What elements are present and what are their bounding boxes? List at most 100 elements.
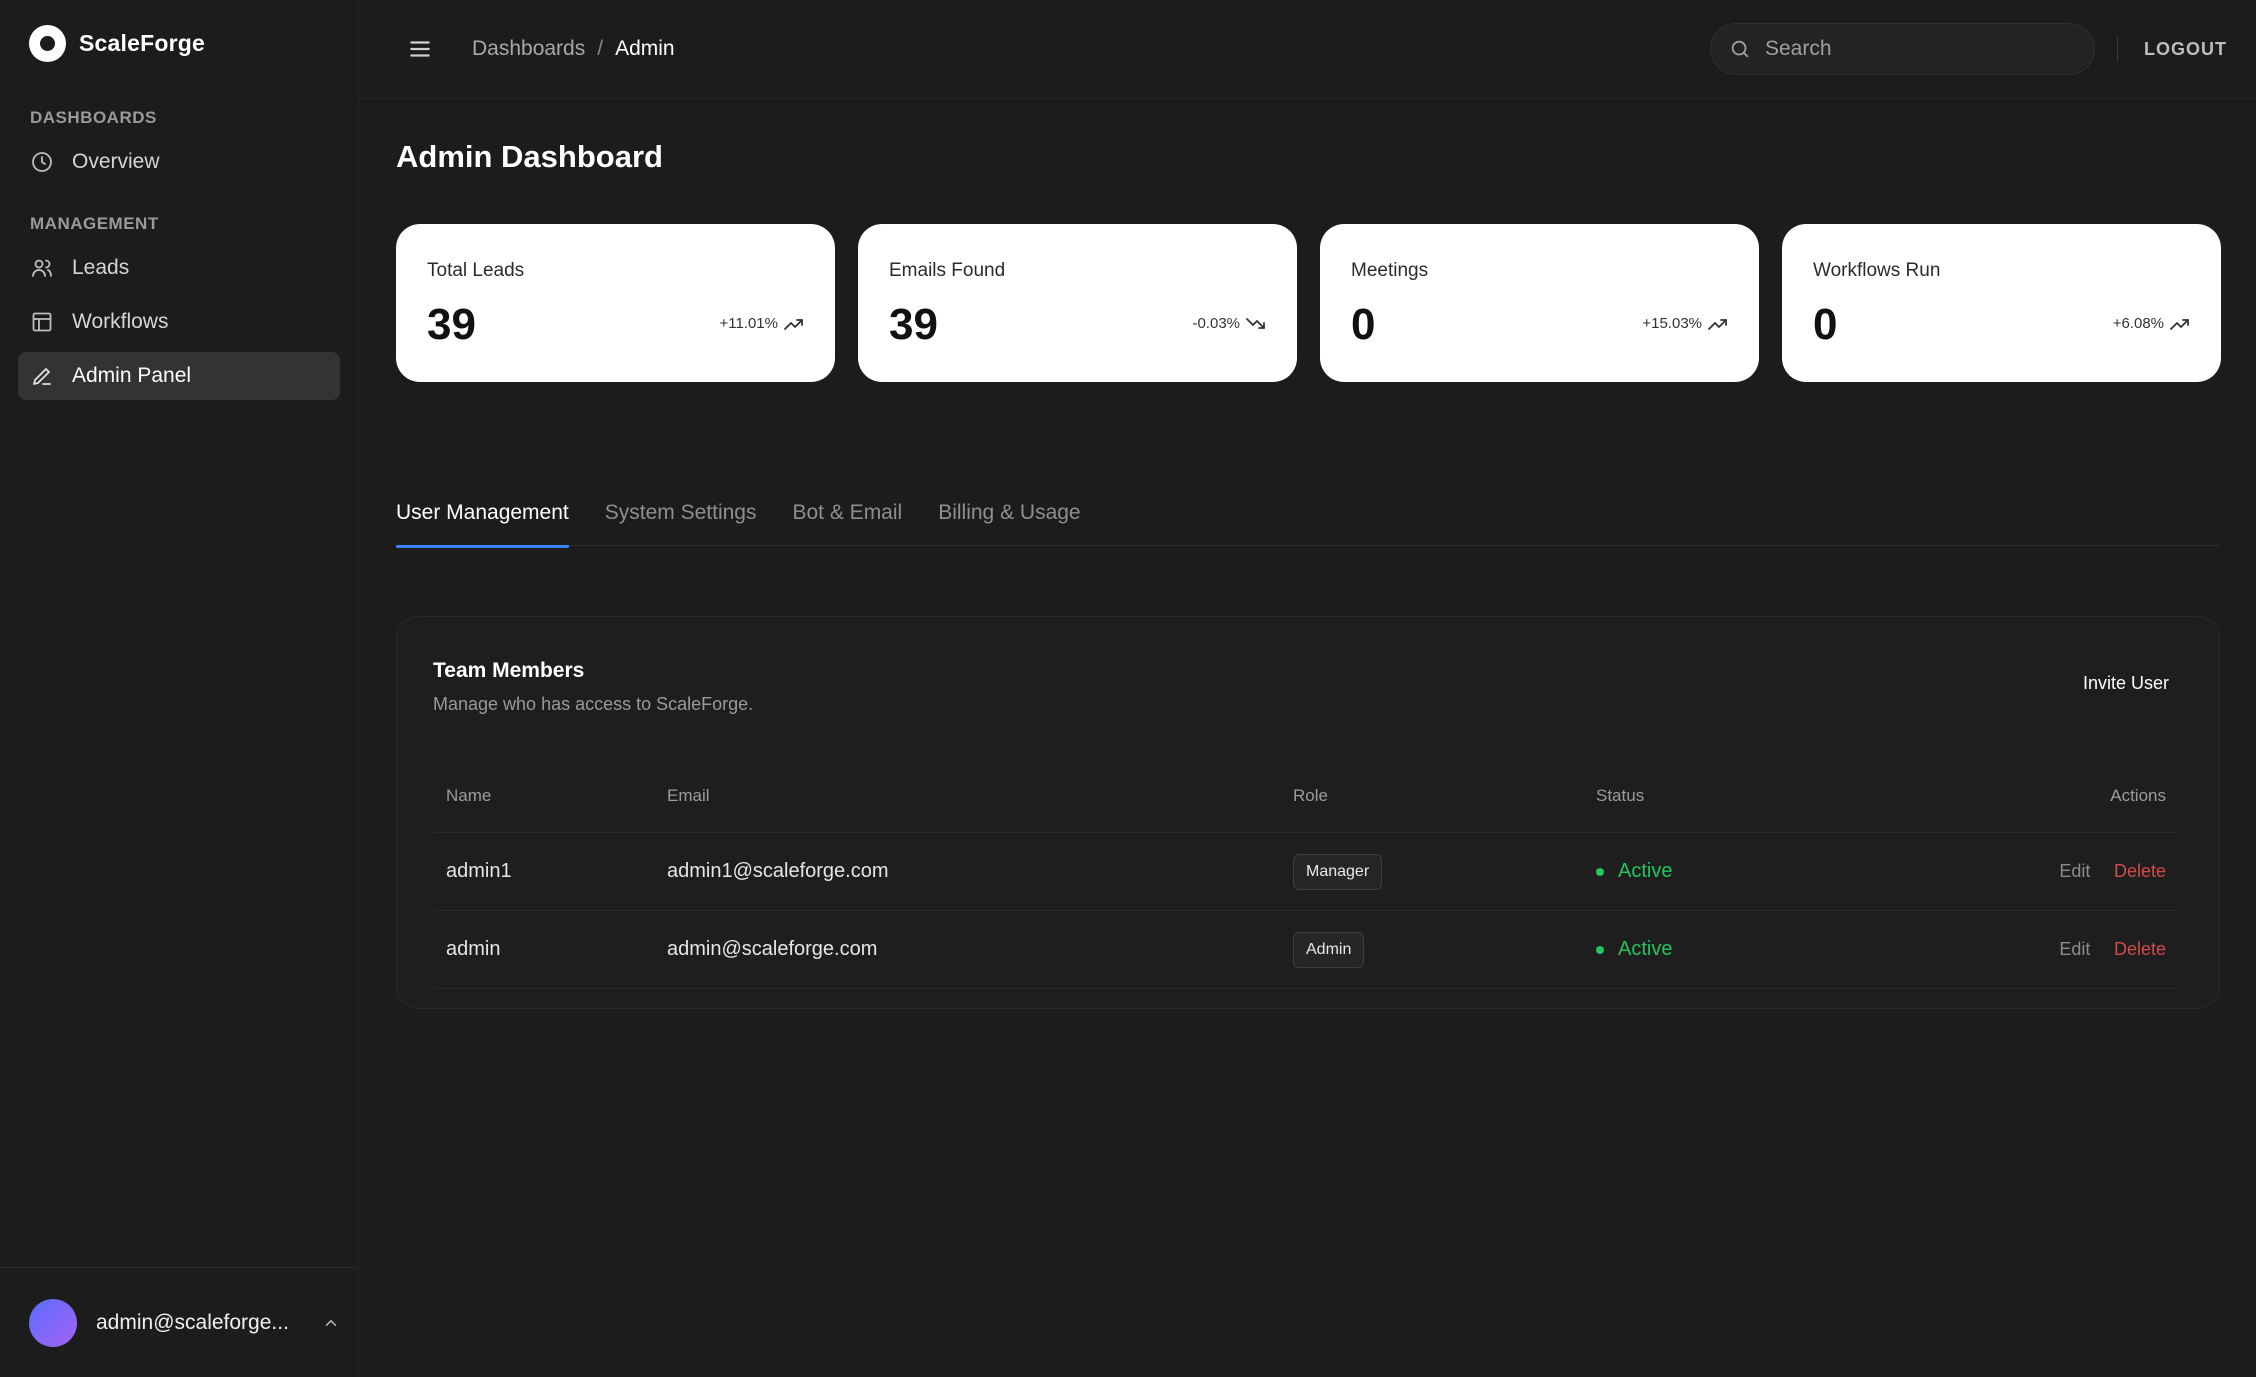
stat-change-value: +15.03% xyxy=(1642,315,1702,332)
main-content: Dashboards / Admin LOGOUT Admin Dashboar… xyxy=(359,0,2256,1377)
chevron-up-icon xyxy=(325,1319,337,1326)
nav-section-dashboards: DASHBOARDS xyxy=(30,108,157,127)
column-header-actions: Actions xyxy=(2110,786,2166,805)
status-dot-icon xyxy=(1596,867,1604,876)
table-header: Name Email Role Status Actions xyxy=(433,760,2179,833)
table-row: admin1 admin1@scaleforge.com Manager Act… xyxy=(433,833,2179,911)
search-icon xyxy=(1731,40,1749,58)
trend-up-icon xyxy=(1708,318,1727,330)
avatar xyxy=(29,1298,77,1347)
stat-label: Emails Found xyxy=(889,260,1006,281)
delete-button[interactable]: Delete xyxy=(2114,861,2166,881)
stat-change: +11.01% xyxy=(719,315,805,332)
stat-card-workflows-run: Workflows Run 0 +6.08% xyxy=(1782,224,2221,382)
app: ScaleForge DASHBOARDS Overview MANAGEMEN… xyxy=(0,0,2256,1377)
status-text: Active xyxy=(1618,860,1673,882)
team-members-panel: Team Members Manage who has access to Sc… xyxy=(396,616,2220,1009)
stat-label: Total Leads xyxy=(427,260,525,281)
sidebar-item-label: Leads xyxy=(72,256,130,279)
role-badge: Manager xyxy=(1293,853,1383,890)
search-box[interactable] xyxy=(1710,23,2095,75)
stats-row: Total Leads 39 +11.01% Emails Found 39 -… xyxy=(396,224,2221,382)
cell-name: admin1 xyxy=(446,860,512,882)
clock-icon xyxy=(32,152,52,172)
stat-card-meetings: Meetings 0 +15.03% xyxy=(1320,224,1759,382)
stat-card-emails-found: Emails Found 39 -0.03% xyxy=(858,224,1297,382)
role-badge: Admin xyxy=(1293,931,1365,968)
cell-actions: Edit Delete xyxy=(2016,938,2179,961)
user-email: admin@scaleforge... xyxy=(96,1310,289,1334)
breadcrumb-dashboards[interactable]: Dashboards xyxy=(472,37,585,61)
status-badge: Active xyxy=(1596,860,2016,883)
cell-role: Manager xyxy=(1293,853,1596,890)
brand[interactable]: ScaleForge xyxy=(0,0,358,86)
user-menu[interactable]: admin@scaleforge... xyxy=(0,1267,358,1377)
layout-icon xyxy=(32,312,52,332)
panel-title: Team Members xyxy=(433,659,585,682)
stat-change: +15.03% xyxy=(1642,315,1729,332)
sidebar-item-overview[interactable]: Overview xyxy=(18,138,340,186)
stat-change-value: +6.08% xyxy=(2112,315,2164,332)
trend-down-icon xyxy=(1246,317,1265,329)
breadcrumb-separator: / xyxy=(597,37,604,60)
column-header-email: Email xyxy=(667,786,710,805)
menu-icon[interactable] xyxy=(407,36,433,62)
trend-up-icon xyxy=(784,318,803,330)
tabs: User Management System Settings Bot & Em… xyxy=(396,479,2220,548)
column-header-role: Role xyxy=(1293,786,1328,805)
search-input[interactable] xyxy=(1765,37,2065,61)
cell-status: Active xyxy=(1596,860,2016,883)
users-icon xyxy=(32,259,52,277)
column-header-name: Name xyxy=(446,786,492,805)
breadcrumb-current: Admin xyxy=(615,37,675,60)
status-dot-icon xyxy=(1596,945,1604,954)
stat-value: 0 xyxy=(1813,300,1838,349)
stat-value: 39 xyxy=(427,300,476,349)
brand-logo-icon xyxy=(29,24,66,62)
logout-button[interactable]: LOGOUT xyxy=(2144,0,2227,99)
edit-button[interactable]: Edit xyxy=(2059,939,2090,959)
cell-email: admin@scaleforge.com xyxy=(667,938,878,960)
panel-subtitle: Manage who has access to ScaleForge. xyxy=(433,694,754,714)
cell-status: Active xyxy=(1596,938,2016,961)
tab-user-management[interactable]: User Management xyxy=(396,479,569,548)
tab-bot-email[interactable]: Bot & Email xyxy=(792,479,902,546)
sidebar-item-label: Admin Panel xyxy=(72,364,192,387)
tab-billing-usage[interactable]: Billing & Usage xyxy=(938,479,1080,546)
pencil-icon xyxy=(33,368,51,385)
stat-change-value: +11.01% xyxy=(719,315,778,332)
column-header-status: Status xyxy=(1596,786,1645,805)
sidebar-item-label: Workflows xyxy=(72,310,169,333)
stat-change: -0.03% xyxy=(1192,315,1267,332)
stat-value: 0 xyxy=(1351,300,1376,349)
cell-email: admin1@scaleforge.com xyxy=(667,860,889,882)
breadcrumb: Dashboards / Admin xyxy=(472,37,675,61)
sidebar-item-admin-panel[interactable]: Admin Panel xyxy=(18,352,340,400)
sidebar-item-label: Overview xyxy=(72,150,160,173)
topbar: Dashboards / Admin LOGOUT xyxy=(359,0,2256,99)
sidebar-item-leads[interactable]: Leads xyxy=(18,244,340,292)
sidebar: ScaleForge DASHBOARDS Overview MANAGEMEN… xyxy=(0,0,359,1377)
page-title: Admin Dashboard xyxy=(396,139,663,174)
delete-button[interactable]: Delete xyxy=(2114,939,2166,959)
invite-user-button[interactable]: Invite User xyxy=(2083,673,2169,694)
sidebar-item-workflows[interactable]: Workflows xyxy=(18,298,340,346)
brand-name: ScaleForge xyxy=(79,29,205,56)
tab-system-settings[interactable]: System Settings xyxy=(605,479,757,546)
topbar-divider xyxy=(2117,37,2118,61)
stat-change-value: -0.03% xyxy=(1192,315,1240,332)
stat-value: 39 xyxy=(889,300,938,349)
nav-section-management: MANAGEMENT xyxy=(30,214,159,233)
team-table: Name Email Role Status Actions admin1 ad… xyxy=(433,760,2179,989)
stat-label: Meetings xyxy=(1351,260,1429,281)
status-text: Active xyxy=(1618,938,1673,960)
cell-actions: Edit Delete xyxy=(2016,860,2179,883)
cell-role: Admin xyxy=(1293,931,1596,968)
stat-label: Workflows Run xyxy=(1813,260,1941,281)
trend-up-icon xyxy=(2170,318,2189,330)
table-row: admin admin@scaleforge.com Admin Active … xyxy=(433,911,2179,989)
status-badge: Active xyxy=(1596,938,2016,961)
edit-button[interactable]: Edit xyxy=(2059,861,2090,881)
stat-card-total-leads: Total Leads 39 +11.01% xyxy=(396,224,835,382)
cell-name: admin xyxy=(446,938,501,960)
